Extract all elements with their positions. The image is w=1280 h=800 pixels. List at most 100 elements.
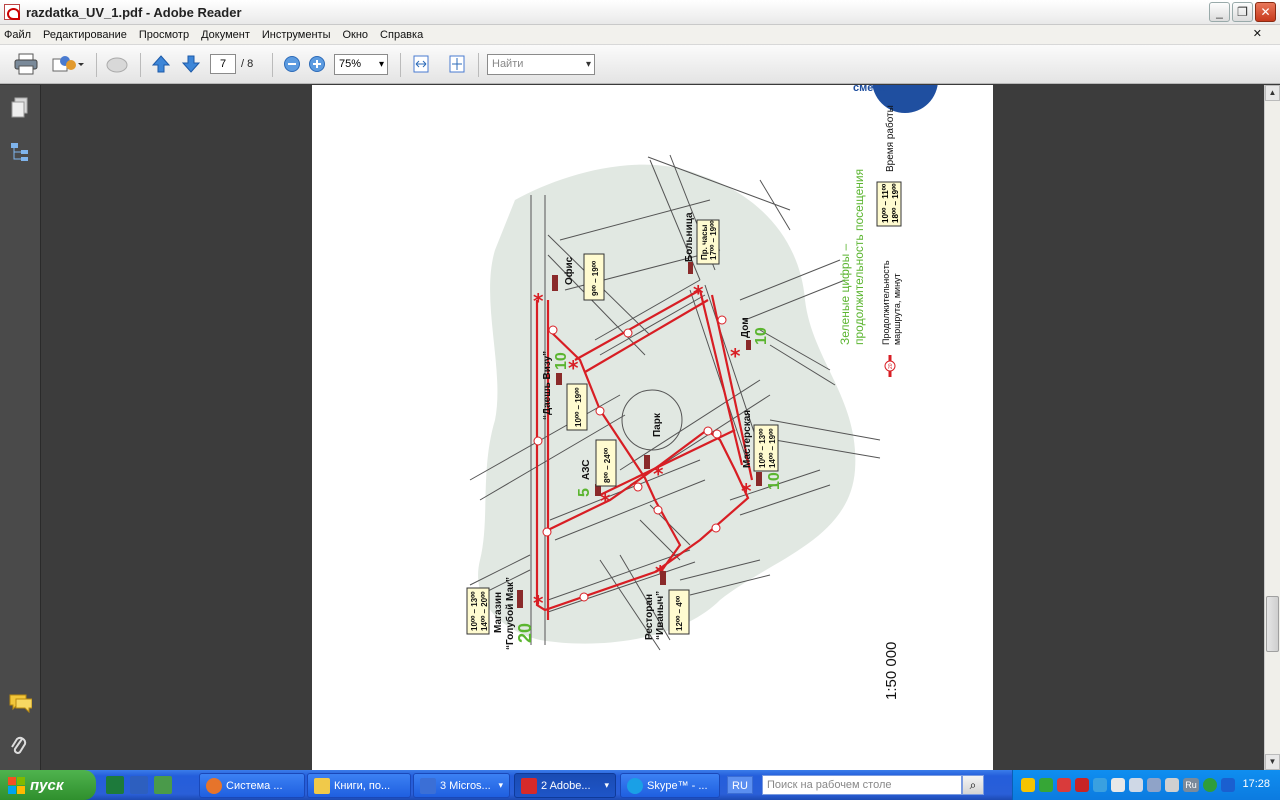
- attach-button[interactable]: [104, 53, 130, 75]
- next-page-button[interactable]: [180, 53, 202, 75]
- scroll-down-button[interactable]: ▼: [1265, 754, 1280, 770]
- antivirus-icon[interactable]: [1039, 778, 1053, 792]
- page-total: / 8: [241, 58, 254, 70]
- shop-duration: 20: [515, 623, 535, 643]
- word-icon: [420, 778, 436, 794]
- workshop-label: Мастерская: [742, 410, 753, 468]
- bluetooth-icon[interactable]: [1221, 778, 1235, 792]
- svg-text:*: *: [741, 479, 752, 503]
- zoom-in-button[interactable]: [307, 53, 327, 75]
- menu-help[interactable]: Справка: [380, 29, 423, 41]
- park-label: Парк: [652, 412, 663, 437]
- legend-route-line1: Продолжительность: [881, 260, 891, 345]
- start-button[interactable]: пуск: [0, 770, 96, 800]
- task-label: Skype™ - ...: [647, 779, 708, 792]
- excel-quicklaunch-icon[interactable]: [106, 776, 124, 794]
- attachment-paperclip-icon[interactable]: [10, 735, 28, 759]
- scroll-thumb[interactable]: [1266, 596, 1279, 652]
- find-input[interactable]: Найти: [487, 54, 595, 75]
- clock: 17:28: [1242, 778, 1270, 790]
- workshop-hours-line1: 10⁰⁰ – 13⁰⁰: [758, 428, 767, 468]
- menu-file[interactable]: Файл: [4, 29, 31, 41]
- workshop-hours-line2: 14⁰⁰ – 19⁰⁰: [768, 428, 777, 468]
- route-map: *** *** *** Офис 9⁰⁰ –: [466, 47, 938, 700]
- restaurant-label-line2: “Иваныч”: [655, 591, 666, 640]
- legend-green-line1: Зеленые цифры –: [838, 243, 852, 345]
- task-knigi[interactable]: Книги, по...: [307, 773, 411, 798]
- task-skype[interactable]: Skype™ - ...: [620, 773, 720, 798]
- minimize-button[interactable]: _: [1209, 2, 1230, 22]
- dashvizu-hours-box: 10⁰⁰ – 19⁰⁰: [566, 383, 588, 431]
- svg-text:*: *: [533, 591, 544, 615]
- workshop-duration: 10: [766, 472, 783, 490]
- word-quicklaunch-icon[interactable]: [130, 776, 148, 794]
- svg-text:*: *: [653, 462, 664, 486]
- svg-text:*: *: [730, 344, 741, 368]
- menu-view[interactable]: Просмотр: [139, 29, 189, 41]
- task-label: Книги, по...: [334, 779, 391, 792]
- task-microsoft-word[interactable]: 3 Micros... ▾: [413, 773, 510, 798]
- task-label: 3 Micros...: [440, 779, 491, 792]
- update-icon[interactable]: [1203, 778, 1217, 792]
- shop-hours-line2: 14⁰⁰ – 20⁰⁰: [480, 591, 489, 631]
- speaker-icon[interactable]: [1165, 778, 1179, 792]
- legend-green-line2: продолжительность посещения: [852, 169, 866, 345]
- pdf-file-icon: [4, 4, 20, 20]
- menu-window[interactable]: Окно: [342, 29, 368, 41]
- scroll-up-button[interactable]: ▲: [1265, 85, 1280, 101]
- chat-bubble-icon[interactable]: [1111, 778, 1125, 792]
- fit-page-button[interactable]: [446, 53, 468, 75]
- menu-tools[interactable]: Инструменты: [262, 29, 331, 41]
- adobe-icon: [521, 778, 537, 794]
- task-sistema[interactable]: Система ...: [199, 773, 305, 798]
- page-number-input[interactable]: 7: [210, 54, 236, 74]
- language-indicator[interactable]: RU: [727, 776, 753, 794]
- restore-button[interactable]: ❐: [1232, 2, 1253, 22]
- keyboard-layout-icon[interactable]: Ru: [1183, 778, 1199, 792]
- network-warning-icon[interactable]: [1057, 778, 1071, 792]
- previous-page-button[interactable]: [150, 53, 172, 75]
- hospital-hours-line1: Пр. часы: [700, 224, 709, 260]
- workshop-hours-box: 10⁰⁰ – 13⁰⁰ 14⁰⁰ – 19⁰⁰: [753, 424, 779, 472]
- drive-icon[interactable]: [1093, 778, 1107, 792]
- svg-text:*: *: [533, 289, 544, 313]
- navigation-panel: [0, 85, 41, 770]
- svg-text:*: *: [693, 281, 704, 305]
- arrow-down-icon: [181, 55, 201, 73]
- pages-icon[interactable]: [10, 97, 30, 119]
- bookmarks-icon[interactable]: [9, 141, 31, 163]
- home-duration: 10: [753, 327, 770, 345]
- network-icon[interactable]: [1129, 778, 1143, 792]
- legend-route-sample-value: 20: [888, 363, 894, 369]
- cloud-icon: [106, 57, 128, 73]
- fit-width-button[interactable]: [410, 53, 432, 75]
- document-area[interactable]: *** *** *** Офис 9⁰⁰ –: [41, 47, 1264, 770]
- legend-hours-box: 10⁰⁰ – 11⁰⁰ 18⁰⁰ – 19⁰⁰: [876, 181, 902, 227]
- menu-edit[interactable]: Редактирование: [43, 29, 127, 41]
- menu-document[interactable]: Документ: [201, 29, 250, 41]
- azs-label: АЗС: [581, 460, 592, 480]
- adobe-tray-icon[interactable]: [1075, 778, 1089, 792]
- legend-work-time: Время работы: [884, 105, 896, 172]
- share-button[interactable]: [48, 53, 88, 75]
- task-adobe-reader[interactable]: 2 Adobe... ▾: [514, 773, 616, 798]
- azs-hours-box: 8⁰⁰ – 24⁰⁰: [595, 439, 617, 487]
- folder-icon: [314, 778, 330, 794]
- desktop-search-input[interactable]: Поиск на рабочем столе: [762, 775, 962, 795]
- zoom-select[interactable]: 75%: [334, 54, 388, 75]
- app-quicklaunch-icon[interactable]: [154, 776, 172, 794]
- window-controls: _ ❐ ✕: [1209, 2, 1276, 22]
- comments-icon[interactable]: [8, 693, 32, 713]
- dashvizu-hours: 10⁰⁰ – 19⁰⁰: [574, 387, 583, 427]
- zoom-out-button[interactable]: [282, 53, 302, 75]
- security-shield-icon[interactable]: [1021, 778, 1035, 792]
- close-button[interactable]: ✕: [1255, 2, 1276, 22]
- home-label: Дом: [740, 317, 751, 338]
- desktop-search-button[interactable]: ⌕: [962, 775, 984, 795]
- print-button[interactable]: [12, 53, 40, 75]
- monitor-icon[interactable]: [1147, 778, 1161, 792]
- hospital-label: Больница: [684, 212, 695, 262]
- collaborate-icon: [52, 56, 84, 72]
- document-close-icon[interactable]: ✕: [1253, 27, 1262, 40]
- vertical-scrollbar[interactable]: ▲ ▼: [1264, 85, 1280, 770]
